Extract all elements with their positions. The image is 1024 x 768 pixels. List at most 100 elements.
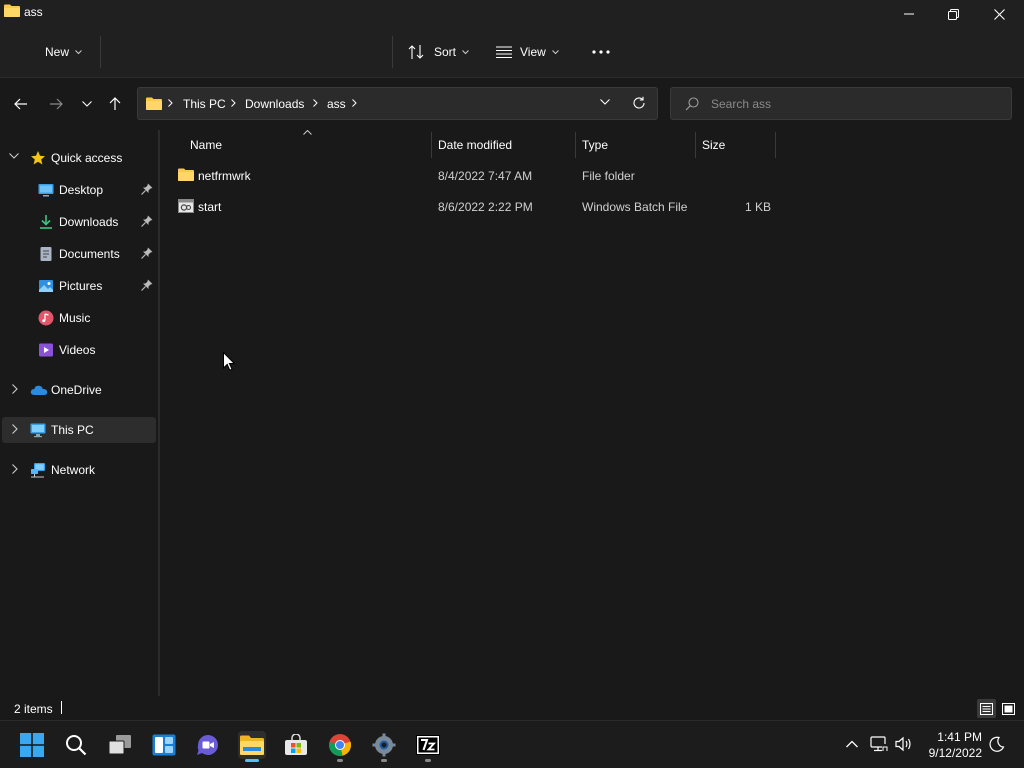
chevron-right-icon[interactable] [12, 384, 18, 394]
sidebar-item-label: Desktop [59, 183, 104, 197]
7zip-button[interactable] [414, 731, 442, 762]
search-input[interactable] [711, 96, 1001, 112]
large-icons-view-icon [1002, 702, 1015, 715]
arrow-left-icon [14, 98, 27, 110]
sidebar-item-music[interactable]: Music [2, 305, 156, 331]
column-header-type[interactable]: Type [582, 130, 694, 158]
start-button[interactable] [18, 731, 46, 759]
sort-button-label: Sort [434, 45, 457, 59]
file-row-netfrmwrk[interactable]: netfrmwrk 8/4/2022 7:47 AM File folder [174, 163, 784, 189]
music-icon [38, 310, 54, 326]
file-type: File folder [582, 169, 635, 183]
sidebar-item-documents[interactable]: Documents [2, 241, 156, 267]
file-name: start [198, 200, 222, 214]
minimize-icon [904, 13, 914, 15]
breadcrumb-this-pc[interactable]: This PC [183, 97, 226, 111]
close-button[interactable] [976, 0, 1022, 28]
navigation-pane: Quick access Desktop Downloads Documents… [0, 130, 158, 696]
search-box[interactable] [670, 87, 1012, 120]
computer-icon [30, 423, 46, 438]
address-history-chevron-icon[interactable] [600, 99, 610, 105]
store-button[interactable] [282, 731, 310, 759]
show-hidden-icons-button[interactable] [843, 735, 861, 753]
back-button[interactable] [13, 96, 29, 112]
close-icon [993, 8, 1005, 20]
large-icons-view-button[interactable] [999, 699, 1018, 718]
sidebar-item-desktop[interactable]: Desktop [2, 177, 156, 203]
chevron-down-icon[interactable] [9, 153, 19, 159]
view-button[interactable]: View [496, 40, 559, 64]
document-icon [40, 247, 52, 261]
search-icon [66, 735, 87, 756]
breadcrumb-ass[interactable]: ass [327, 97, 346, 111]
folder-icon [4, 4, 20, 17]
gear-icon [372, 733, 396, 757]
taskbar-search-button[interactable] [62, 731, 90, 759]
task-view-button[interactable] [106, 731, 134, 759]
item-count: 2 items [14, 702, 53, 716]
sidebar-item-this-pc[interactable]: This PC [2, 417, 156, 443]
pictures-icon [39, 280, 53, 292]
column-divider[interactable] [775, 132, 776, 158]
restore-button[interactable] [930, 0, 976, 28]
restore-icon [947, 8, 959, 20]
new-button-label: New [45, 45, 70, 59]
column-header-name[interactable]: Name [190, 130, 430, 158]
sort-icon [408, 45, 424, 59]
view-list-icon [496, 46, 512, 58]
breadcrumb-downloads[interactable]: Downloads [245, 97, 304, 111]
column-header-label: Size [702, 138, 726, 152]
sidebar-item-onedrive[interactable]: OneDrive [2, 377, 156, 403]
cloud-icon [30, 385, 48, 395]
column-divider[interactable] [431, 132, 432, 158]
widgets-button[interactable] [150, 731, 178, 759]
sidebar-item-label: Downloads [59, 215, 119, 229]
widgets-icon [152, 734, 176, 756]
file-date: 8/6/2022 2:22 PM [438, 200, 533, 214]
column-divider[interactable] [575, 132, 576, 158]
chevron-down-icon [462, 49, 469, 54]
refresh-icon[interactable] [632, 96, 646, 110]
details-view-icon [980, 702, 993, 715]
column-header-size[interactable]: Size [702, 130, 774, 158]
task-view-icon [108, 735, 131, 755]
sidebar-item-downloads[interactable]: Downloads [2, 209, 156, 235]
pin-icon [141, 183, 153, 195]
new-button[interactable]: New [45, 40, 82, 64]
network-status-button[interactable] [870, 735, 888, 753]
chevron-right-icon[interactable] [12, 464, 18, 474]
file-row-start[interactable]: start 8/6/2022 2:22 PM Windows Batch Fil… [174, 194, 784, 220]
chevron-right-icon [168, 99, 173, 107]
command-bar: New Sort View [0, 26, 1024, 78]
address-bar[interactable]: This PC Downloads ass [137, 87, 658, 120]
column-divider[interactable] [695, 132, 696, 158]
focus-assist-button[interactable] [988, 735, 1006, 753]
column-header-date-modified[interactable]: Date modified [438, 130, 574, 158]
more-options-button[interactable] [592, 40, 610, 64]
chevron-right-icon[interactable] [12, 424, 18, 434]
recent-locations-button[interactable] [79, 96, 95, 112]
chrome-button[interactable] [326, 731, 354, 762]
sidebar-item-pictures[interactable]: Pictures [2, 273, 156, 299]
windows-logo-icon [20, 733, 44, 757]
minimize-button[interactable] [886, 0, 932, 28]
settings-button[interactable] [370, 731, 398, 762]
file-explorer-taskbar-button[interactable] [238, 731, 266, 762]
arrow-up-icon [109, 97, 121, 110]
details-view-button[interactable] [977, 699, 996, 718]
sidebar-item-videos[interactable]: Videos [2, 337, 156, 363]
batch-file-icon [178, 199, 194, 213]
sidebar-item-network[interactable]: Network [2, 457, 156, 483]
taskbar-clock[interactable]: 1:41 PM 9/12/2022 [916, 729, 982, 761]
up-button[interactable] [107, 96, 123, 112]
forward-button[interactable] [48, 96, 64, 112]
volume-button[interactable] [895, 735, 913, 753]
sidebar-item-label: Quick access [51, 151, 123, 165]
chevron-up-icon [846, 740, 858, 748]
chevron-right-icon [231, 99, 236, 107]
sort-button[interactable]: Sort [408, 40, 469, 64]
search-icon [685, 97, 699, 111]
chat-button[interactable] [194, 731, 222, 759]
sidebar-item-quick-access[interactable]: Quick access [2, 145, 156, 171]
videos-icon [39, 343, 53, 357]
